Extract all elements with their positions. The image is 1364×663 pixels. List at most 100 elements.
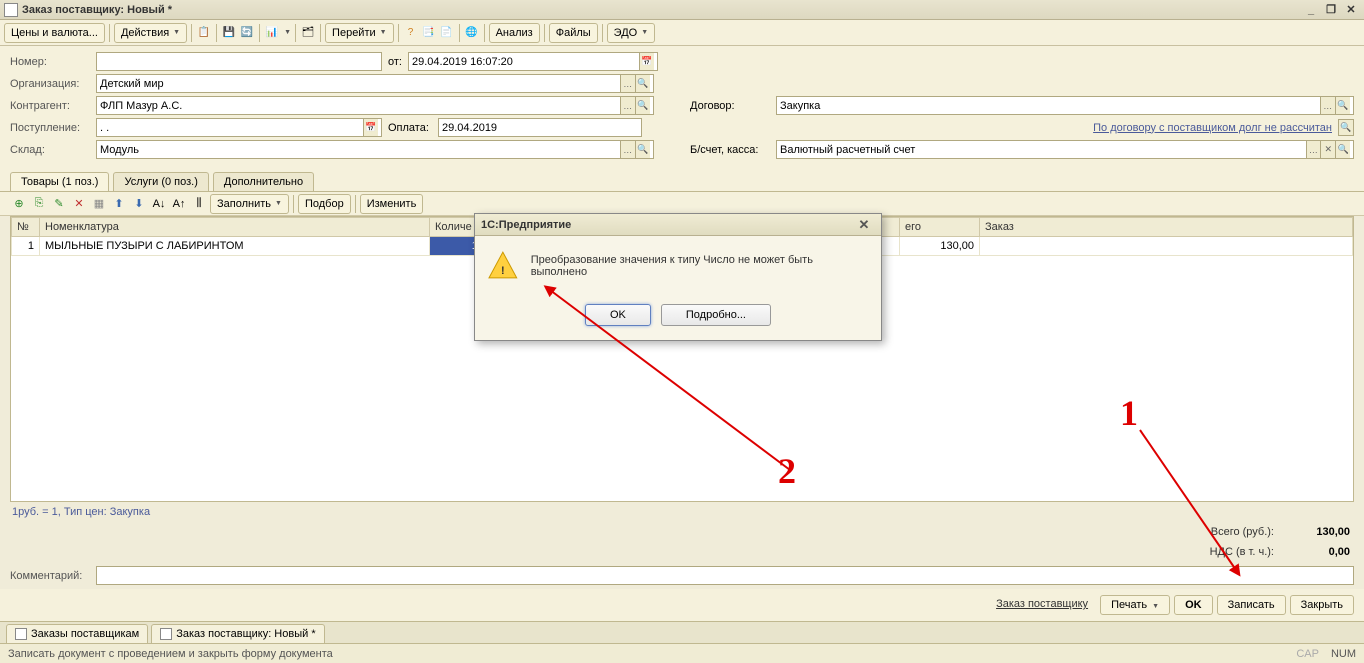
- calendar-icon[interactable]: 📅: [363, 119, 378, 136]
- down-icon[interactable]: ⬇: [130, 195, 148, 213]
- separator: [191, 24, 192, 42]
- debt-link[interactable]: По договору с поставщиком долг не рассчи…: [1093, 122, 1332, 134]
- edo-button[interactable]: ЭДО▼: [607, 23, 655, 43]
- separator: [602, 24, 603, 42]
- select-icon[interactable]: …: [1320, 97, 1335, 114]
- add-icon[interactable]: ⊕: [10, 195, 28, 213]
- payment-label: Оплата:: [388, 122, 432, 134]
- dialog-ok-button[interactable]: OK: [585, 304, 651, 326]
- structure-icon[interactable]: 🗂: [300, 25, 316, 41]
- account-input[interactable]: … ✕ 🔍: [776, 140, 1354, 159]
- actions-button[interactable]: Действия▼: [114, 23, 187, 43]
- save-button[interactable]: Записать: [1217, 595, 1286, 615]
- print-button[interactable]: Печать ▼: [1100, 595, 1170, 615]
- sort-desc-icon[interactable]: A↑: [170, 195, 188, 213]
- cell-n[interactable]: 1: [12, 237, 40, 256]
- search-icon[interactable]: 🔍: [635, 97, 650, 114]
- vat-label: НДС (в т. ч.):: [1210, 546, 1274, 558]
- delete-icon[interactable]: ✕: [70, 195, 88, 213]
- col-n[interactable]: №: [12, 218, 40, 237]
- files-label: Файлы: [556, 27, 591, 39]
- copy-icon[interactable]: ⎘: [30, 195, 48, 213]
- separator: [459, 24, 460, 42]
- minimize-icon[interactable]: _: [1302, 3, 1320, 17]
- select-icon[interactable]: …: [620, 141, 635, 158]
- org-input[interactable]: … 🔍: [96, 74, 654, 93]
- statusbar: Записать документ с проведением и закрыт…: [0, 643, 1364, 663]
- search-icon[interactable]: 🔍: [635, 75, 650, 92]
- grid-icon[interactable]: ▦: [90, 195, 108, 213]
- totals: Всего (руб.): 130,00: [0, 522, 1364, 542]
- counterparty-input[interactable]: … 🔍: [96, 96, 654, 115]
- search-icon[interactable]: 🔍: [1338, 119, 1354, 136]
- save-icon[interactable]: 💾: [221, 25, 237, 41]
- barcode-icon[interactable]: ⫼: [190, 195, 208, 213]
- close-button[interactable]: Закрыть: [1290, 595, 1354, 615]
- receipt-input[interactable]: 📅: [96, 118, 382, 137]
- doctab-list[interactable]: Заказы поставщикам: [6, 624, 148, 643]
- cell-order[interactable]: [980, 237, 1353, 256]
- comment-input[interactable]: [96, 566, 1354, 585]
- window-title: Заказ поставщику: Новый *: [22, 4, 1300, 16]
- report-icon[interactable]: 📊: [264, 25, 280, 41]
- date-label: от:: [388, 56, 402, 68]
- chevron-down-icon[interactable]: ▼: [284, 29, 291, 36]
- globe-icon[interactable]: 🌐: [464, 25, 480, 41]
- tab-extra[interactable]: Дополнительно: [213, 172, 314, 191]
- reg-icon[interactable]: 📄: [439, 25, 455, 41]
- separator: [295, 24, 296, 42]
- col-total[interactable]: его: [900, 218, 980, 237]
- select-icon[interactable]: …: [620, 75, 635, 92]
- totals-vat: НДС (в т. ч.): 0,00: [0, 542, 1364, 562]
- maximize-icon[interactable]: ❐: [1322, 3, 1340, 17]
- tabs: Товары (1 поз.) Услуги (0 поз.) Дополнит…: [0, 168, 1364, 192]
- sort-asc-icon[interactable]: A↓: [150, 195, 168, 213]
- dialog-header[interactable]: 1С:Предприятие ✕: [475, 214, 881, 236]
- search-icon[interactable]: 🔍: [1335, 141, 1350, 158]
- calendar-icon[interactable]: 📅: [639, 53, 654, 70]
- list-icon[interactable]: 📑: [421, 25, 437, 41]
- date-input[interactable]: 📅: [408, 52, 658, 71]
- up-icon[interactable]: ⬆: [110, 195, 128, 213]
- tab-services[interactable]: Услуги (0 поз.): [113, 172, 208, 191]
- select-label: Подбор: [305, 198, 344, 210]
- prices-button[interactable]: Цены и валюта...: [4, 23, 105, 43]
- close-icon[interactable]: ✕: [1342, 3, 1360, 17]
- files-button[interactable]: Файлы: [549, 23, 598, 43]
- clear-icon[interactable]: ✕: [1320, 141, 1335, 158]
- analysis-button[interactable]: Анализ: [489, 23, 540, 43]
- order-link[interactable]: Заказ поставщику: [988, 595, 1096, 615]
- goto-button[interactable]: Перейти▼: [325, 23, 394, 43]
- number-input[interactable]: [96, 52, 382, 71]
- edit-icon[interactable]: ✎: [50, 195, 68, 213]
- select-button[interactable]: Подбор: [298, 194, 351, 214]
- search-icon[interactable]: 🔍: [635, 141, 650, 158]
- col-order[interactable]: Заказ: [980, 218, 1353, 237]
- col-name[interactable]: Номенклатура: [40, 218, 430, 237]
- separator: [320, 24, 321, 42]
- refresh-icon[interactable]: 🔄: [239, 25, 255, 41]
- dialog-close-icon[interactable]: ✕: [853, 216, 875, 234]
- doctab-doc[interactable]: Заказ поставщику: Новый *: [151, 624, 324, 643]
- tab-goods[interactable]: Товары (1 поз.): [10, 172, 109, 191]
- cell-name[interactable]: МЫЛЬНЫЕ ПУЗЫРИ С ЛАБИРИНТОМ: [40, 237, 430, 256]
- ok-button[interactable]: OK: [1174, 595, 1213, 615]
- form-area: Номер: от: 📅 Организация: … 🔍 Контрагент…: [0, 46, 1364, 168]
- search-icon[interactable]: 🔍: [1335, 97, 1350, 114]
- select-icon[interactable]: …: [1306, 141, 1321, 158]
- help-icon[interactable]: ?: [403, 25, 419, 41]
- counterparty-label: Контрагент:: [10, 100, 90, 112]
- cell-total[interactable]: 130,00: [900, 237, 980, 256]
- payment-input[interactable]: [438, 118, 642, 137]
- chevron-down-icon: ▼: [173, 29, 180, 36]
- vat-value: 0,00: [1290, 546, 1350, 558]
- contract-input[interactable]: … 🔍: [776, 96, 1354, 115]
- change-button[interactable]: Изменить: [360, 194, 424, 214]
- post-icon[interactable]: 📋: [196, 25, 212, 41]
- select-icon[interactable]: …: [620, 97, 635, 114]
- info-line: 1руб. = 1, Тип цен: Закупка: [0, 502, 1364, 522]
- fill-button[interactable]: Заполнить▼: [210, 194, 289, 214]
- chevron-down-icon: ▼: [380, 29, 387, 36]
- dialog-details-button[interactable]: Подробно...: [661, 304, 771, 326]
- warehouse-input[interactable]: … 🔍: [96, 140, 654, 159]
